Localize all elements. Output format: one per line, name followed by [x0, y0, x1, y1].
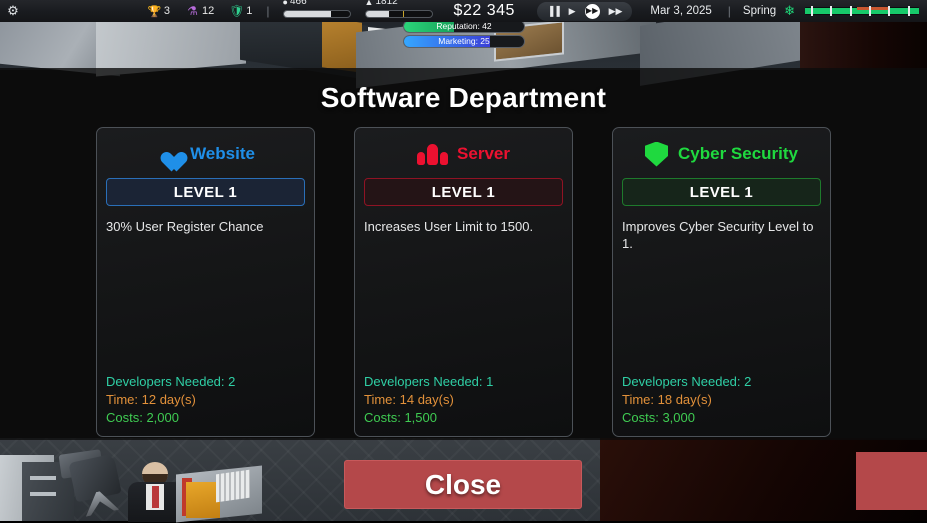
level-button-cyber-security[interactable]: LEVEL 1 — [622, 178, 821, 206]
stat-trophy: 🏆 3 — [148, 5, 170, 18]
card-title-cyber-security: Cyber Security — [678, 144, 798, 164]
costs-website: Costs: 2,000 — [106, 409, 305, 427]
developers-needed-cyber-security: Developers Needed: 2 — [622, 373, 821, 391]
security-value: 1 — [246, 5, 252, 17]
page-title: Software Department — [0, 82, 927, 114]
software-department-dialog: Software Department Website LEVEL 1 30% … — [0, 68, 927, 440]
card-title-website: Website — [190, 144, 255, 164]
close-button[interactable]: Close — [344, 460, 582, 509]
marketing-bar-label: Marketing: 25 — [404, 36, 524, 47]
heart-icon — [156, 143, 180, 165]
year-timeline-tick — [908, 6, 910, 16]
card-header-website: Website — [106, 138, 305, 170]
status-bars-group: Reputation: 42 Marketing: 25 — [403, 20, 525, 50]
level-button-server[interactable]: LEVEL 1 — [364, 178, 563, 206]
stat-security: 🛡 1 — [230, 5, 252, 18]
population-meter: ▲ 1812 — [365, 4, 433, 18]
year-timeline[interactable] — [805, 7, 919, 15]
speed-controls: ▐▐ ▶ ▶▶ ▶▶ — [537, 2, 633, 21]
topbar-divider-2: | — [728, 4, 731, 18]
card-header-server: Server — [364, 138, 563, 170]
money-display: $22 345 — [454, 2, 515, 20]
capacity-icon: ● — [283, 0, 288, 7]
upgrade-card-website[interactable]: Website LEVEL 1 30% User Register Chance… — [96, 127, 315, 437]
fast-forward-button[interactable]: ▶▶ — [585, 4, 600, 19]
top-hud-bar: ⚙ 🏆 3 ⚗ 12 🛡 1 | ● 466 ▲ 1812 $22 345 ▐ — [0, 0, 927, 22]
card-title-server: Server — [457, 144, 510, 164]
card-description-server: Increases User Limit to 1500. — [364, 218, 563, 235]
population-meter-label-row: ▲ 1812 — [365, 0, 433, 7]
card-description-website: 30% User Register Chance — [106, 218, 305, 235]
reputation-bar-label: Reputation: 42 — [404, 21, 524, 32]
developers-needed-server: Developers Needed: 1 — [364, 373, 563, 391]
paper-stack — [216, 470, 250, 503]
card-header-cyber-security: Cyber Security — [622, 138, 821, 170]
level-button-website[interactable]: LEVEL 1 — [106, 178, 305, 206]
red-wall-panel — [856, 452, 927, 510]
capacity-meter: ● 466 — [283, 4, 351, 18]
very-fast-forward-button[interactable]: ▶▶ — [609, 7, 623, 16]
gear-icon[interactable]: ⚙ — [0, 3, 26, 19]
card-stats-server: Developers Needed: 1 Time: 14 day(s) Cos… — [364, 373, 563, 427]
capacity-meter-label-row: ● 466 — [283, 0, 351, 7]
server-people-icon — [417, 143, 447, 165]
topbar-divider-1: | — [266, 4, 269, 18]
trophy-icon: 🏆 — [148, 5, 161, 18]
year-timeline-tick — [869, 6, 871, 16]
costs-server: Costs: 1,500 — [364, 409, 563, 427]
upgrade-cards-list: Website LEVEL 1 30% User Register Chance… — [0, 127, 927, 437]
costs-cyber-security: Costs: 3,000 — [622, 409, 821, 427]
stat-research: ⚗ 12 — [186, 5, 214, 18]
research-flask-icon: ⚗ — [186, 5, 199, 18]
trophy-value: 3 — [164, 5, 170, 17]
pause-button[interactable]: ▐▐ — [547, 7, 560, 16]
population-meter-bar — [365, 10, 433, 18]
card-stats-website: Developers Needed: 2 Time: 12 day(s) Cos… — [106, 373, 305, 427]
population-value: 1812 — [375, 0, 397, 7]
year-timeline-tick — [888, 6, 890, 16]
marketing-bar[interactable]: Marketing: 25 — [403, 35, 525, 48]
year-timeline-tick — [811, 6, 813, 16]
capacity-meter-fill — [284, 11, 332, 17]
time-cyber-security: Time: 18 day(s) — [622, 391, 821, 409]
year-timeline-highlight — [857, 7, 888, 10]
population-meter-tick — [403, 11, 404, 17]
research-value: 12 — [202, 5, 214, 17]
time-server: Time: 14 day(s) — [364, 391, 563, 409]
upgrade-card-cyber-security[interactable]: Cyber Security LEVEL 1 Improves Cyber Se… — [612, 127, 831, 437]
yellow-folder — [186, 482, 220, 518]
capacity-value: 466 — [290, 0, 307, 7]
upgrade-card-server[interactable]: Server LEVEL 1 Increases User Limit to 1… — [354, 127, 573, 437]
time-website: Time: 12 day(s) — [106, 391, 305, 409]
year-timeline-tick — [850, 6, 852, 16]
flower-icon: ❄ — [784, 3, 795, 19]
date-display: Mar 3, 2025 — [650, 5, 711, 17]
population-meter-fill — [366, 11, 390, 17]
population-icon: ▲ — [365, 0, 374, 7]
shield-icon — [645, 142, 668, 167]
capacity-meter-bar — [283, 10, 351, 18]
shield-icon: 🛡 — [230, 5, 243, 18]
developers-needed-website: Developers Needed: 2 — [106, 373, 305, 391]
season-label: Spring — [743, 5, 776, 17]
play-button[interactable]: ▶ — [569, 7, 576, 16]
year-timeline-tick — [830, 6, 832, 16]
card-description-cyber-security: Improves Cyber Security Level to 1. — [622, 218, 821, 252]
card-stats-cyber-security: Developers Needed: 2 Time: 18 day(s) Cos… — [622, 373, 821, 427]
